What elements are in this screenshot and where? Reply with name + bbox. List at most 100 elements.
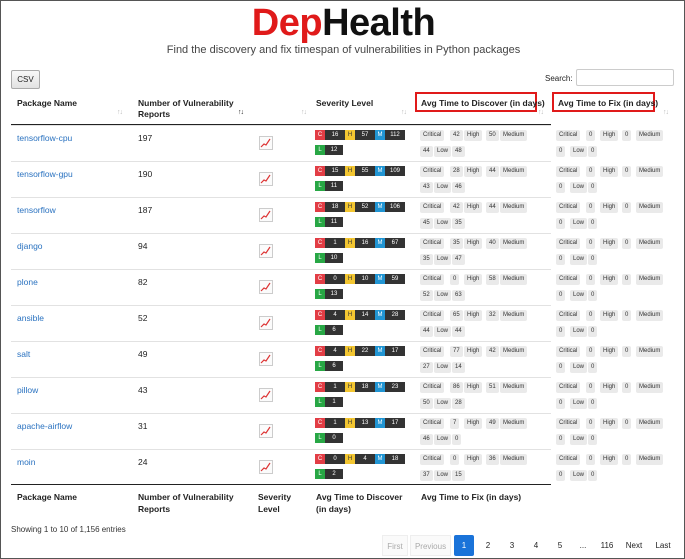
pagination-page-116[interactable]: 116 (597, 535, 617, 556)
package-name-link[interactable]: tensorflow (17, 205, 56, 215)
severity-count-m: 67 (385, 238, 405, 248)
discover-value-critical: 35 (450, 238, 463, 249)
fix-label-high: High (600, 418, 619, 429)
discover-value-critical: 0 (450, 274, 460, 285)
fix-value-critical: 0 (586, 202, 596, 213)
discover-value-medium: 44 (420, 146, 433, 157)
package-name-link[interactable]: django (17, 241, 43, 251)
package-name-link[interactable]: tensorflow-cpu (17, 133, 72, 143)
trend-chart-icon[interactable] (259, 424, 273, 438)
package-name-link[interactable]: pillow (17, 385, 38, 395)
fix-value-medium: 0 (556, 362, 566, 373)
pagination-last[interactable]: Last (651, 535, 675, 556)
trend-chart-icon[interactable] (259, 136, 273, 150)
severity-count-h: 14 (355, 310, 375, 320)
severity-letter-c: C (315, 166, 325, 176)
sort-desc-icon[interactable]: ↑↓ (238, 109, 244, 116)
sort-icon-severity[interactable]: ↑↓ (401, 109, 407, 116)
header-package-name[interactable]: Package Name (17, 98, 77, 109)
severity-letter-h: H (345, 346, 355, 356)
header-reports[interactable]: Number of Vulnerability Reports (138, 98, 234, 120)
fix-label-critical: Critical (556, 130, 581, 141)
trend-chart-icon[interactable] (259, 208, 273, 222)
severity-count-l: 13 (325, 289, 343, 299)
header-avg-fix[interactable]: Avg Time to Fix (in days) (558, 98, 658, 109)
fix-value-critical: 0 (586, 382, 596, 393)
discover-value-critical: 42 (450, 130, 463, 141)
severity-letter-h: H (345, 274, 355, 284)
package-name-link[interactable]: plone (17, 277, 38, 287)
fix-value-low: 0 (588, 470, 598, 481)
fix-label-critical: Critical (556, 346, 581, 357)
discover-label-low: Low (434, 326, 452, 337)
sort-icon-fix[interactable]: ↑↓ (663, 109, 669, 116)
fix-value-low: 0 (588, 398, 598, 409)
pagination-page-1[interactable]: 1 (454, 535, 474, 556)
fix-label-low: Low (570, 218, 588, 229)
severity-count-c: 15 (325, 166, 345, 176)
discover-value-medium: 27 (420, 362, 433, 373)
vulnerability-count: 187 (138, 205, 153, 215)
severity-letter-c: C (315, 274, 325, 284)
fix-label-medium: Medium (636, 238, 664, 249)
severity-count-m: 112 (385, 130, 405, 140)
severity-letter-l: L (315, 217, 325, 227)
fix-value-high: 0 (622, 130, 632, 141)
severity-letter-c: C (315, 202, 325, 212)
pagination-page-4[interactable]: 4 (526, 535, 546, 556)
discover-value-high: 36 (486, 454, 499, 465)
sort-icon-discover[interactable]: ↑↓ (538, 109, 544, 116)
severity-count-l: 6 (325, 361, 343, 371)
discover-value-medium: 52 (420, 290, 433, 301)
pagination-first[interactable]: First (382, 535, 408, 556)
severity-count-h: 18 (355, 382, 375, 392)
header-avg-discover[interactable]: Avg Time to Discover (in days) (421, 98, 545, 109)
pagination-previous[interactable]: Previous (410, 535, 451, 556)
trend-chart-icon[interactable] (259, 316, 273, 330)
discover-value-critical: 28 (450, 166, 463, 177)
header-reports-line1: Number of Vulnerability (138, 98, 234, 108)
pagination-next[interactable]: Next (622, 535, 646, 556)
pagination-page-3[interactable]: 3 (502, 535, 522, 556)
fix-value-low: 0 (588, 434, 598, 445)
sort-icon-package[interactable]: ↑↓ (117, 109, 123, 116)
severity-count-h: 22 (355, 346, 375, 356)
trend-chart-icon[interactable] (259, 352, 273, 366)
severity-count-l: 12 (325, 145, 343, 155)
fix-value-low: 0 (588, 254, 598, 265)
fix-label-critical: Critical (556, 418, 581, 429)
package-name-link[interactable]: apache-airflow (17, 421, 72, 431)
severity-count-l: 11 (325, 181, 343, 191)
discover-label-critical: Critical (420, 274, 445, 285)
trend-chart-icon[interactable] (259, 280, 273, 294)
pagination-ellipsis: ... (579, 541, 587, 550)
pagination-page-5[interactable]: 5 (550, 535, 570, 556)
severity-letter-c: C (315, 418, 325, 428)
discover-value-low: 28 (452, 398, 465, 409)
pagination-page-2[interactable]: 2 (478, 535, 498, 556)
trend-chart-icon[interactable] (259, 244, 273, 258)
severity-letter-l: L (315, 325, 325, 335)
discover-value-low: 46 (452, 182, 465, 193)
severity-letter-h: H (345, 202, 355, 212)
search-input[interactable] (576, 69, 674, 86)
sort-icon-severity-graph[interactable]: ↑↓ (301, 109, 307, 116)
fix-value-critical: 0 (586, 274, 596, 285)
package-name-link[interactable]: tensorflow-gpu (17, 169, 73, 179)
csv-export-button[interactable]: CSV (11, 70, 40, 89)
discover-value-high: 40 (486, 238, 499, 249)
discover-value-low: 0 (452, 434, 462, 445)
severity-count-h: 13 (355, 418, 375, 428)
severity-count-l: 10 (325, 253, 343, 263)
trend-chart-icon[interactable] (259, 172, 273, 186)
discover-label-medium: Medium (500, 274, 528, 285)
app-logo: DepHealth (1, 3, 685, 43)
package-name-link[interactable]: salt (17, 349, 30, 359)
trend-chart-icon[interactable] (259, 388, 273, 402)
header-severity-level[interactable]: Severity Level (316, 98, 373, 109)
package-name-link[interactable]: moin (17, 457, 35, 467)
severity-letter-m: M (375, 238, 385, 248)
package-name-link[interactable]: ansible (17, 313, 44, 323)
trend-chart-icon[interactable] (259, 460, 273, 474)
discover-label-critical: Critical (420, 202, 445, 213)
